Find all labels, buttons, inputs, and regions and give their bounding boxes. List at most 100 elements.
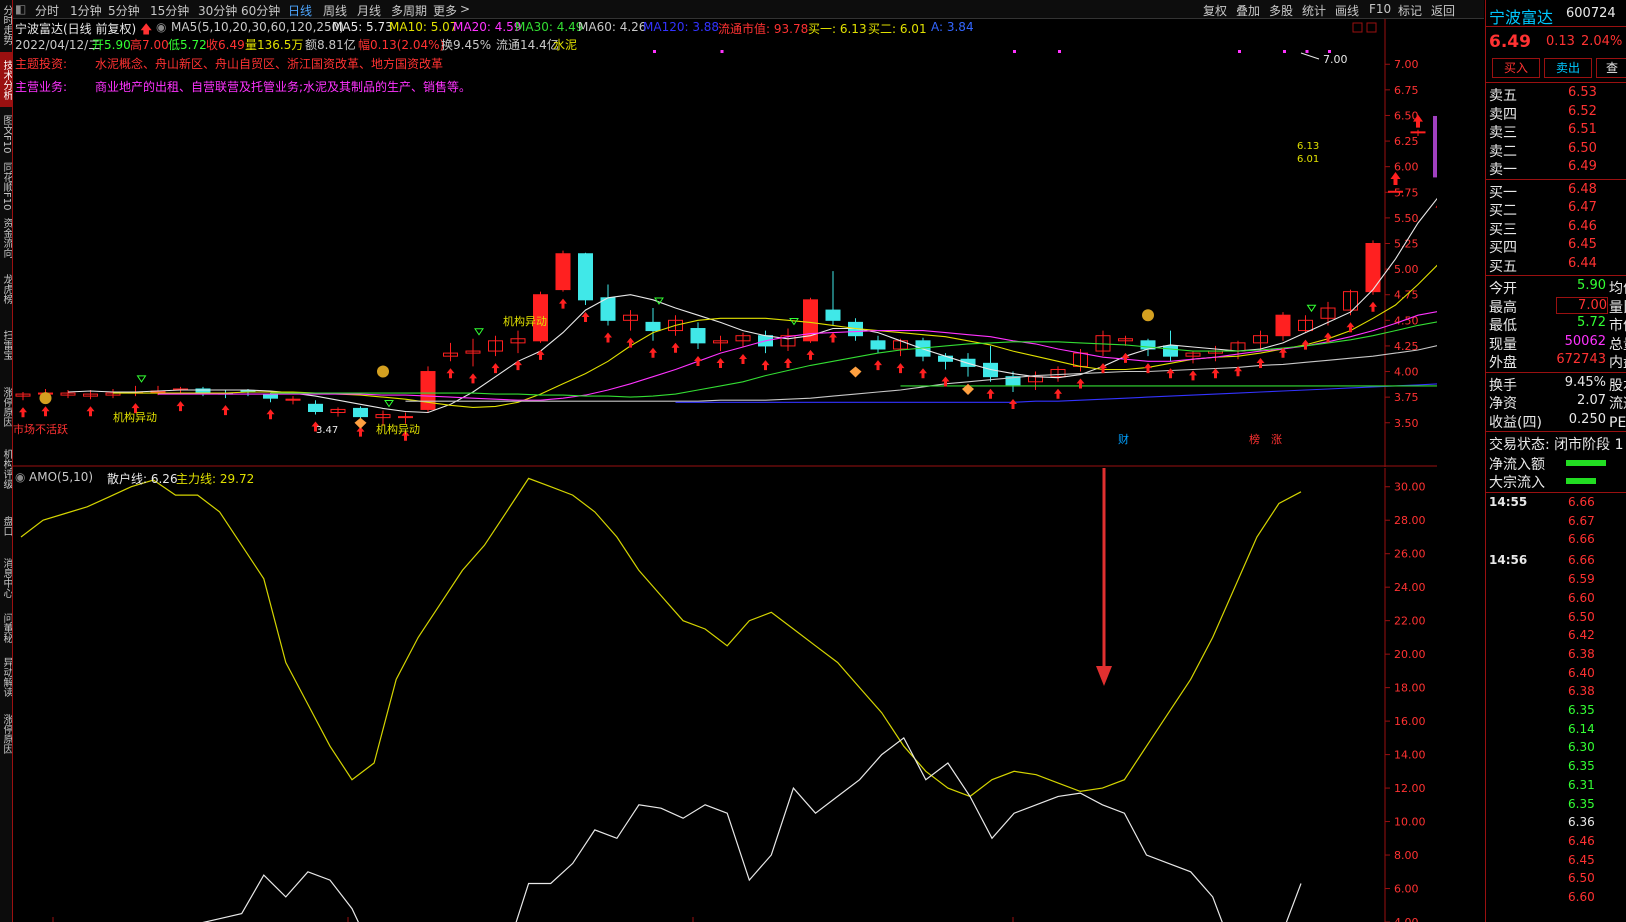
candle-body[interactable] <box>353 407 368 418</box>
period-4[interactable]: 15分钟 <box>150 2 189 19</box>
tool-overlay[interactable]: 叠加 <box>1236 2 1260 19</box>
left-tab-0[interactable]: 分时走势 <box>0 0 12 50</box>
candle-body[interactable] <box>1433 115 1438 178</box>
period-weekly[interactable]: 周线 <box>323 2 347 19</box>
candle-body[interactable] <box>308 403 323 412</box>
chevron-right-icon[interactable]: > <box>460 2 470 16</box>
bid-price[interactable]: 6.44 <box>1568 256 1597 271</box>
left-tab-13[interactable]: 涨停原因 <box>0 704 12 764</box>
left-tab-1[interactable]: 技术分析 <box>0 52 12 107</box>
high-price-label: 7.00 <box>1323 53 1348 66</box>
candle-body[interactable] <box>1388 190 1403 193</box>
ma30-value: MA30: 4.49 <box>515 20 584 34</box>
ask-price[interactable]: 6.52 <box>1568 104 1597 119</box>
bid-price[interactable]: 6.48 <box>1568 182 1597 197</box>
bid-price[interactable]: 6.45 <box>1568 237 1597 252</box>
left-tab-3[interactable]: 同花顺F10 <box>0 161 12 211</box>
candle-body[interactable] <box>938 355 953 362</box>
change-value: 幅0.13(2.04%) <box>358 38 445 52</box>
stat-value: 7.00 <box>1556 296 1608 314</box>
candle-body[interactable] <box>398 416 413 419</box>
bid-price[interactable]: 6.47 <box>1568 200 1597 215</box>
candle-body[interactable] <box>1163 345 1178 357</box>
left-tab-5[interactable]: 龙虎榜 <box>0 265 12 313</box>
toggle-icon[interactable]: ◉ <box>156 20 166 34</box>
moving-average-line <box>67 197 1437 414</box>
period-6[interactable]: 60分钟 <box>241 2 280 19</box>
amo-retail-line: 散户线: 6.26 <box>107 472 178 486</box>
price-axis-label: 6.75 <box>1394 84 1419 97</box>
amo-axis-label: 20.00 <box>1394 648 1426 661</box>
left-tab-9[interactable]: 盘口 <box>0 501 12 551</box>
amo-axis-label: 8.00 <box>1394 849 1419 862</box>
tool-f10[interactable]: F10 <box>1369 2 1391 16</box>
candle-body[interactable] <box>1275 314 1291 337</box>
period-daily[interactable]: 日线 <box>288 2 312 19</box>
tool-restore-rights[interactable]: 复权 <box>1203 2 1227 19</box>
ma5-value: MA5: 5.73 <box>332 20 393 34</box>
amo-indicator-chart[interactable]: 30.00 28.00 26.00 24.00 22.00 20.00 18.00 16.00… <box>13 468 1437 922</box>
bid-level-label: 买四 <box>1489 240 1517 256</box>
ma-params[interactable]: MA5(5,10,20,30,60,120,250) <box>171 20 344 34</box>
candle-body[interactable] <box>263 393 278 399</box>
candle-body[interactable] <box>870 340 886 350</box>
last-price: 6.49 <box>1489 32 1531 52</box>
left-vertical-tabs: 分时走势 技术分析 图文F10 同花顺F10 资金流向 龙虎榜 扫雷宝 涨停原因 机构评级 盘口消… <box>0 0 13 922</box>
amo-title[interactable]: AMO(5,10) <box>29 470 93 484</box>
period-5[interactable]: 30分钟 <box>198 2 237 19</box>
candle-body[interactable] <box>1365 243 1381 293</box>
period-monthly[interactable]: 月线 <box>357 2 381 19</box>
signal-arrow-icon <box>806 349 815 360</box>
candle-body[interactable] <box>555 253 571 291</box>
left-tab-11[interactable]: 问董秘 <box>0 605 12 650</box>
sell-button[interactable]: 卖出 <box>1544 58 1592 78</box>
left-tab-10[interactable]: 消息中心 <box>0 553 12 603</box>
left-tab-4[interactable]: 资金流向 <box>0 213 12 263</box>
candle-body[interactable] <box>420 371 436 410</box>
signal-arrow-icon <box>986 388 995 399</box>
left-tab-12[interactable]: 异动解读 <box>0 652 12 702</box>
tool-back[interactable]: 返回 <box>1431 2 1455 19</box>
stat-label: 外盘 <box>1489 355 1517 371</box>
amo-header: ◉ AMO(5,10) 散户线: 6.26 主力线: 29.72 <box>13 469 1113 486</box>
net-inflow-label: 净流入额 <box>1489 457 1545 473</box>
stat-label-2: 均价 <box>1609 281 1626 297</box>
period-more[interactable]: 更多 <box>433 2 457 19</box>
ask-price[interactable]: 6.51 <box>1568 122 1597 137</box>
period-3[interactable]: 5分钟 <box>108 2 140 19</box>
sector-tag[interactable]: 水泥 <box>553 36 577 53</box>
period-2[interactable]: 1分钟 <box>70 2 102 19</box>
tool-statistics[interactable]: 统计 <box>1302 2 1326 19</box>
quote-panel: 宁波富达 600724 6.49 0.13 2.04% 买入 卖出查卖五 6.53 卖四 6.52… <box>1485 0 1626 922</box>
candle-body[interactable] <box>600 297 616 321</box>
candle-body[interactable] <box>825 309 841 321</box>
tool-mark[interactable]: 标记 <box>1398 2 1422 19</box>
layout-icon[interactable]: ◧ <box>15 2 26 16</box>
ask-price[interactable]: 6.50 <box>1568 141 1597 156</box>
ask-price[interactable]: 6.53 <box>1568 85 1597 100</box>
tool-draw-line[interactable]: 画线 <box>1335 2 1359 19</box>
candle-body[interactable] <box>645 321 661 332</box>
ask-price[interactable]: 6.49 <box>1568 159 1597 174</box>
bid-price[interactable]: 6.46 <box>1568 219 1597 234</box>
left-tab-8[interactable]: 机构评级 <box>0 439 12 499</box>
candle-body[interactable] <box>690 328 706 344</box>
tool-multi-stock[interactable]: 多股 <box>1269 2 1293 19</box>
period-multi[interactable]: 多周期 <box>391 2 427 19</box>
theme-value: 水泥概念、舟山新区、舟山自贸区、浙江国资改革、地方国资改革 <box>95 57 444 71</box>
signal-arrow-icon <box>896 363 905 374</box>
signal-arrow-icon <box>491 363 500 374</box>
ma120-value: MA120: 3.88 <box>643 20 720 34</box>
left-tab-6[interactable]: 扫雷宝 <box>0 315 12 375</box>
period-1[interactable]: 分时 <box>35 2 59 19</box>
buy-button[interactable]: 买入 <box>1492 58 1540 78</box>
left-tab-2[interactable]: 图文F10 <box>0 109 12 159</box>
ranking-event-label: 榜 <box>1249 432 1260 446</box>
query-button[interactable]: 查 <box>1596 58 1626 78</box>
amo-axis-label: 18.00 <box>1394 682 1426 695</box>
toggle-icon[interactable]: ◉ <box>15 470 25 484</box>
candle-body[interactable] <box>1410 131 1426 134</box>
left-tab-7[interactable]: 涨停原因 <box>0 377 12 437</box>
amo-axis-label: 4.00 <box>1394 916 1419 922</box>
candle-body[interactable] <box>578 253 593 301</box>
